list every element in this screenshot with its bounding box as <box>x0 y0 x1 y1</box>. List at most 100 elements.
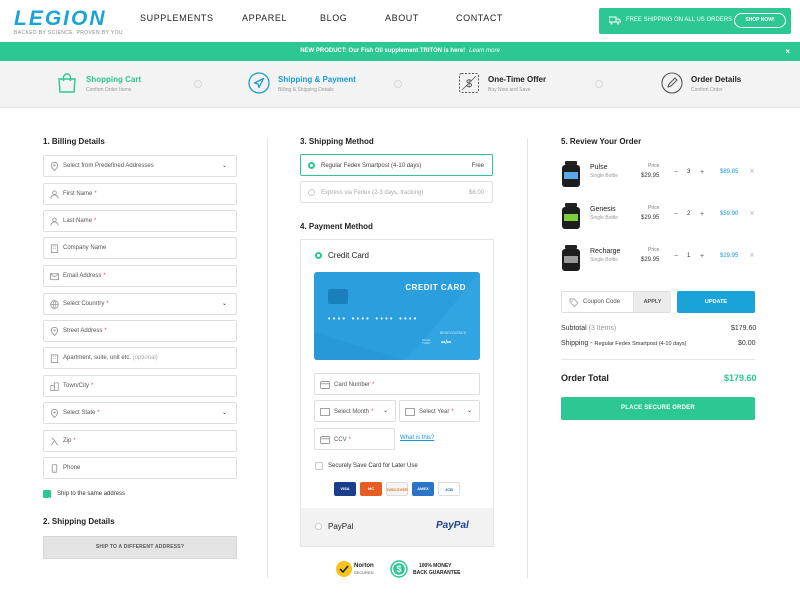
shipping-option-price: $6.00 <box>468 190 484 196</box>
required-star: * <box>451 409 454 415</box>
qty-value[interactable]: 1 <box>687 253 690 259</box>
qty-minus-button[interactable]: − <box>674 253 678 260</box>
qty-plus-button[interactable]: + <box>700 169 704 176</box>
divider <box>561 359 755 360</box>
product-bottle-icon <box>562 161 580 187</box>
card-icon <box>320 436 330 444</box>
shipping-details-heading: 2. Shipping Details <box>43 517 115 526</box>
cvv-field[interactable]: CCV * <box>314 428 395 450</box>
norton-check-icon <box>336 561 352 577</box>
field-label: Last Name <box>63 218 93 224</box>
discover-logo: DISCOVER <box>386 482 408 496</box>
chevron-down-icon: ⌄ <box>221 300 227 307</box>
card-title: CREDIT CARD <box>405 283 466 292</box>
svg-text:$: $ <box>396 564 401 574</box>
building-icon <box>50 244 59 253</box>
close-icon[interactable]: × <box>785 42 790 61</box>
order-total-value: $179.60 <box>724 373 757 383</box>
field-label: Select Year <box>419 409 450 415</box>
qty-value[interactable]: 2 <box>687 211 690 217</box>
state-select[interactable]: Select State * ⌄ <box>43 402 237 424</box>
required-star: * <box>91 383 94 389</box>
card-number-field[interactable]: Card Number * <box>314 373 480 395</box>
email-field[interactable]: Email Address * <box>43 265 237 287</box>
country-select[interactable]: Select Counrtry * ⌄ <box>43 293 237 315</box>
promo-learn-more-link[interactable]: Learn more <box>469 48 500 54</box>
month-select[interactable]: Select Month * ⌄ <box>314 400 396 422</box>
remove-icon[interactable]: × <box>749 252 755 259</box>
cart-item: Recharge Single Bottle Price $29.95 − 1 … <box>560 244 760 274</box>
year-select[interactable]: Select Year * ⌄ <box>399 400 480 422</box>
free-shipping-banner: FREE SHIPPING ON ALL US ORDERS SHOP NOW! <box>599 8 791 34</box>
shop-now-button[interactable]: SHOP NOW! <box>734 13 786 28</box>
product-name: Genesis <box>590 206 616 213</box>
qty-minus-button[interactable]: − <box>674 169 678 176</box>
remove-icon[interactable]: × <box>749 210 755 217</box>
radio-selected <box>308 162 315 169</box>
product-variant: Single Bottle <box>590 257 619 263</box>
phone-field[interactable]: Phone <box>43 457 237 479</box>
field-label: Zip <box>63 438 72 444</box>
offer-dollar-icon: $ <box>459 73 479 93</box>
subtotal-value: $179.60 <box>731 325 757 332</box>
shipping-option-express[interactable]: Express via Fedex (2-3 days, tracking) $… <box>300 181 493 203</box>
company-name-field[interactable]: Company Name <box>43 237 237 259</box>
money-back-line2: BACK GUARANTEE <box>413 570 461 576</box>
chevron-down-icon: ⌄ <box>221 409 227 416</box>
price-label: Price <box>648 205 660 211</box>
step-separator <box>394 80 402 88</box>
town-city-field[interactable]: Town/City * <box>43 375 237 397</box>
nav-supplements[interactable]: SUPPLEMENTS <box>140 14 214 23</box>
product-name: Recharge <box>590 248 621 255</box>
paypal-radio[interactable] <box>315 523 322 530</box>
qty-minus-button[interactable]: − <box>674 211 678 218</box>
required-star: * <box>372 382 375 388</box>
ship-same-checkbox[interactable] <box>43 490 51 502</box>
nav-about[interactable]: ABOUT <box>385 14 419 23</box>
field-label: Email Address <box>63 273 102 279</box>
dollar-badge-icon: $ <box>390 560 408 578</box>
tag-icon <box>569 298 579 307</box>
whats-this-link[interactable]: What is this? <box>400 435 434 441</box>
update-cart-button[interactable]: UPDATE <box>677 291 755 313</box>
last-name-field[interactable]: Last Name * <box>43 210 237 232</box>
first-name-field[interactable]: First Name * <box>43 183 237 205</box>
step-shopping-cart[interactable]: Shopping Cart Confirm Order Items <box>56 61 196 108</box>
qty-plus-button[interactable]: + <box>700 253 704 260</box>
coupon-placeholder: Coupon Code <box>583 299 621 305</box>
step-one-time-offer[interactable]: $ One-Time Offer Buy Now and Save <box>458 61 588 108</box>
zip-field[interactable]: Zip * <box>43 430 237 452</box>
price-label: Price <box>648 163 660 169</box>
phone-icon <box>51 464 58 473</box>
step-shipping-payment[interactable]: Shipping & Payment Billing & Shipping De… <box>248 61 388 108</box>
nav-contact[interactable]: CONTACT <box>456 14 503 23</box>
chevron-down-icon: ⌄ <box>382 407 388 414</box>
remove-icon[interactable]: × <box>749 168 755 175</box>
street-address-field[interactable]: Street Address * <box>43 320 237 342</box>
product-total: $89.85 <box>720 169 739 175</box>
predefined-address-select[interactable]: Select from Predefined Addresses ⌄ <box>43 155 237 177</box>
user-icon <box>50 190 59 199</box>
ship-different-address-button[interactable]: SHIP TO A DIFFERENT ADDRESS? <box>43 536 237 559</box>
save-card-checkbox[interactable] <box>315 462 323 470</box>
qty-plus-button[interactable]: + <box>700 211 704 218</box>
paypal-logo: PayPal <box>436 520 469 531</box>
step-title: Shipping & Payment <box>278 75 356 84</box>
radio-unselected <box>308 189 315 196</box>
apartment-field[interactable]: Apartment, suite, unit etc. (optional) <box>43 347 237 369</box>
qty-value[interactable]: 3 <box>687 169 690 175</box>
pen-icon <box>661 72 683 94</box>
product-price: $29.95 <box>641 173 660 179</box>
nav-apparel[interactable]: APPAREL <box>242 14 287 23</box>
shipping-value: $0.00 <box>738 340 756 347</box>
credit-card-radio[interactable] <box>315 252 322 259</box>
coupon-field[interactable]: Coupon Code APPLY <box>561 291 671 313</box>
step-order-details[interactable]: Order Details Confirm Order <box>661 61 791 108</box>
product-name: Pulse <box>590 164 608 171</box>
logo[interactable]: LEGION BACKED BY SCIENCE. PROVEN BY YOU <box>14 8 123 36</box>
shipping-option-regular[interactable]: Regular Fedex Smartpost (4-10 days) Free <box>300 154 493 176</box>
payment-method-heading: 4. Payment Method <box>300 222 373 231</box>
apply-coupon-button[interactable]: APPLY <box>633 292 671 312</box>
place-order-button[interactable]: PLACE SECURE ORDER <box>561 397 755 420</box>
nav-blog[interactable]: BLOG <box>320 14 347 23</box>
